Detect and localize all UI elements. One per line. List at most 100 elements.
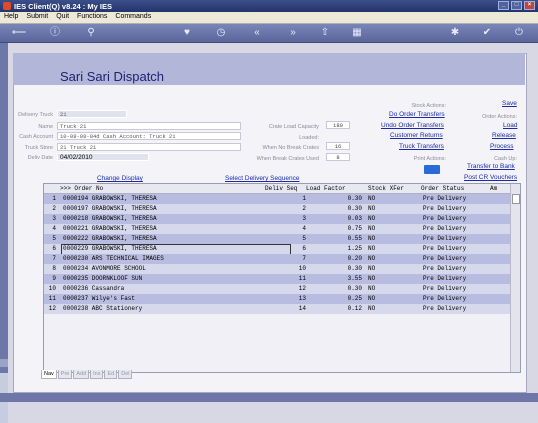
- maximize-button[interactable]: □: [511, 1, 522, 10]
- save-link[interactable]: Save: [502, 100, 517, 107]
- col-deliv-seq[interactable]: Deliv Seq: [265, 184, 297, 193]
- tab-pre[interactable]: Pre: [57, 370, 73, 379]
- clock-icon[interactable]: ◷: [214, 26, 228, 40]
- order-cell: 0000230 ARS TECHNICAL IMAGES: [63, 255, 164, 262]
- table-row[interactable]: 3 0000218 GRABOWSKI, THERESA 3 0.03 NO Pre De…: [44, 214, 510, 224]
- deliv-seq-cell: 13: [298, 295, 306, 302]
- fast-forward-icon[interactable]: »: [286, 26, 300, 40]
- table-row[interactable]: 7 0000230 ARS TECHNICAL IMAGES 7 0.20 NO Pre …: [44, 254, 510, 264]
- delivery-truck-field[interactable]: 21: [57, 110, 127, 118]
- settings-icon[interactable]: ✱: [448, 26, 462, 40]
- order-cell: 0000218 GRABOWSKI, THERESA: [63, 215, 157, 222]
- heart-icon[interactable]: ♥: [180, 26, 194, 40]
- stock-xfer-cell: NO: [368, 255, 376, 262]
- tab-nav[interactable]: Nav: [41, 370, 57, 379]
- process-link[interactable]: Process: [490, 143, 513, 150]
- print-actions-label: Print Actions:: [413, 156, 446, 162]
- select-delivery-sequence-link[interactable]: Select Delivery Sequence: [225, 175, 299, 182]
- deliv-seq-cell: 14: [298, 305, 306, 312]
- load-factor-cell: 0.30: [347, 195, 362, 202]
- grid-icon[interactable]: ▦: [350, 26, 364, 40]
- truck-store-field[interactable]: 21 Truck 21: [57, 143, 241, 151]
- truck-store-label: Truck Store: [24, 145, 53, 151]
- load-link[interactable]: Load: [503, 122, 517, 129]
- sidebar-section[interactable]: [0, 359, 8, 367]
- back-arrow-icon[interactable]: ⟵: [8, 26, 30, 40]
- table-row[interactable]: 11 0000237 Wilye's Fast 13 0.25 NO Pre Delive…: [44, 294, 510, 304]
- order-status-cell: Pre Delivery: [423, 215, 467, 222]
- deliv-seq-cell: 3: [302, 215, 306, 222]
- order-status-cell: Pre Delivery: [423, 275, 467, 282]
- do-order-transfers-link[interactable]: Do Order Transfers: [389, 111, 445, 118]
- scroll-thumb[interactable]: [512, 194, 520, 204]
- stock-xfer-cell: NO: [368, 205, 376, 212]
- order-status-cell: Pre Delivery: [423, 265, 467, 272]
- row-number: 5: [52, 235, 56, 242]
- upload-icon[interactable]: ⇧: [318, 26, 332, 40]
- table-row[interactable]: 12 0000238 ABC Stationery 14 0.12 NO Pre Deli…: [44, 304, 510, 314]
- no-break-crates-field[interactable]: 16: [326, 142, 350, 150]
- menu-commands[interactable]: Commands: [111, 12, 155, 23]
- col-order-no[interactable]: >>> Order No: [60, 184, 103, 193]
- tab-add[interactable]: Add: [73, 370, 90, 379]
- table-row[interactable]: 2 0000197 GRABOWSKI, THERESA 2 0.30 NO Pre De…: [44, 204, 510, 214]
- stock-xfer-cell: NO: [368, 275, 376, 282]
- row-number: 2: [52, 205, 56, 212]
- menu-functions[interactable]: Functions: [73, 12, 111, 23]
- post-cr-vouchers-link[interactable]: Post CR Vouchers: [464, 174, 517, 181]
- col-stock-xfer[interactable]: Stock XFer: [368, 184, 404, 193]
- table-row[interactable]: 6 0000229 GRABOWSKI, THERESA 6 1.25 NO Pre De…: [44, 244, 510, 255]
- menu-help[interactable]: Help: [0, 12, 22, 23]
- deliv-date-field[interactable]: 04/02/2010: [57, 153, 149, 161]
- deliv-seq-cell: 7: [302, 255, 306, 262]
- col-order-status[interactable]: Order Status: [421, 184, 464, 193]
- customer-returns-link[interactable]: Customer Returns: [390, 132, 443, 139]
- table-row[interactable]: 8 0000234 AVONMORE SCHOOL 10 0.30 NO Pre Deli…: [44, 264, 510, 274]
- menu-submit[interactable]: Submit: [22, 12, 52, 23]
- change-display-link[interactable]: Change Display: [97, 175, 143, 182]
- table-row[interactable]: 5 0000222 GRABOWSKI, THERESA 5 0.55 NO Pre De…: [44, 234, 510, 244]
- tab-ed[interactable]: Ed: [104, 370, 118, 379]
- power-icon[interactable]: ⏻: [512, 26, 526, 40]
- vertical-scrollbar[interactable]: [510, 184, 520, 372]
- table-row[interactable]: 4 0000221 GRABOWSKI, THERESA 4 0.75 NO Pre De…: [44, 224, 510, 234]
- menu-quit[interactable]: Quit: [52, 12, 73, 23]
- row-number: 6: [52, 245, 56, 252]
- crate-capacity-field[interactable]: 180: [326, 121, 350, 129]
- minimize-button[interactable]: _: [498, 1, 509, 10]
- truck-transfers-link[interactable]: Truck Transfers: [399, 143, 444, 150]
- name-field[interactable]: Truck 21: [57, 122, 241, 130]
- row-number: 9: [52, 275, 56, 282]
- close-button[interactable]: ×: [524, 1, 535, 10]
- check-icon[interactable]: ✔: [480, 26, 494, 40]
- release-link[interactable]: Release: [492, 132, 516, 139]
- orders-table: >>> Order No Deliv Seq Load Factor Stock…: [43, 183, 521, 373]
- load-factor-cell: 1.25: [347, 245, 362, 252]
- order-status-cell: Pre Delivery: [423, 295, 467, 302]
- cash-account-label: Cash Account: [19, 134, 53, 140]
- table-row[interactable]: 9 0000235 DOORNKLOOF SUN 11 3.55 NO Pre Deliv…: [44, 274, 510, 284]
- loaded-label: Loaded:: [299, 135, 319, 141]
- break-crates-field[interactable]: 8: [326, 153, 350, 161]
- stock-xfer-cell: NO: [368, 225, 376, 232]
- undo-order-transfers-link[interactable]: Undo Order Transfers: [381, 122, 444, 129]
- order-cell: 0000194 GRABOWSKI, THERESA: [63, 195, 157, 202]
- tab-del[interactable]: Del: [118, 370, 133, 379]
- order-cell: 0000238 ABC Stationery: [63, 305, 143, 312]
- tab-ins[interactable]: Ins: [90, 370, 104, 379]
- transfer-to-bank-link[interactable]: Transfer to Bank: [467, 163, 515, 170]
- table-row[interactable]: 1 0000194 GRABOWSKI, THERESA 1 0.30 NO Pre De…: [44, 194, 510, 204]
- order-cell: 0000222 GRABOWSKI, THERESA: [63, 235, 157, 242]
- menu-bar: Help Submit Quit Functions Commands: [0, 12, 538, 24]
- printer-icon[interactable]: [424, 165, 440, 174]
- info-icon[interactable]: ⓘ: [48, 26, 62, 40]
- table-row[interactable]: 10 0000236 Cassandra 12 0.30 NO Pre Delivery: [44, 284, 510, 294]
- load-factor-cell: 0.25: [347, 295, 362, 302]
- col-load-factor[interactable]: Load Factor: [306, 184, 346, 193]
- search-icon[interactable]: ⚲: [84, 26, 98, 40]
- cash-account-field[interactable]: 10-08-08-84d Cash Account: Truck 21: [57, 132, 241, 140]
- rewind-icon[interactable]: «: [250, 26, 264, 40]
- order-cell: 0000197 GRABOWSKI, THERESA: [63, 205, 157, 212]
- col-am[interactable]: Am: [490, 184, 497, 193]
- order-status-cell: Pre Delivery: [423, 305, 467, 312]
